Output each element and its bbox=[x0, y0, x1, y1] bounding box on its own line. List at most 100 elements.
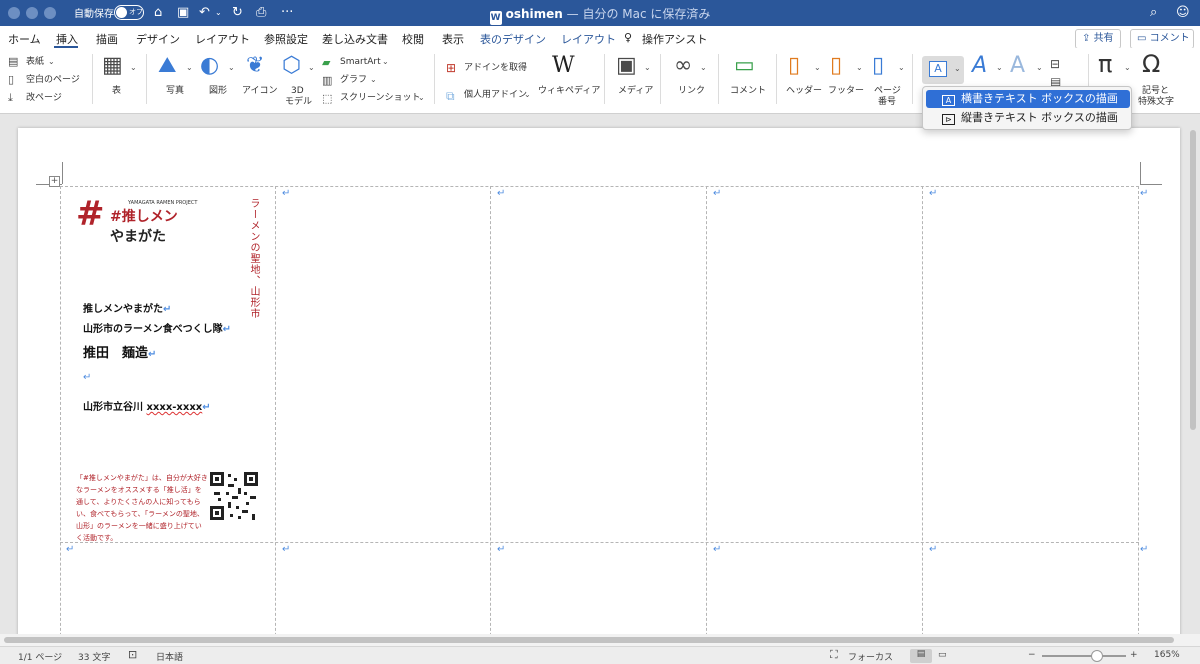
textbox-dropdown-icon[interactable]: ⌄ bbox=[954, 64, 961, 73]
page-number-label-1[interactable]: ページ bbox=[874, 86, 901, 97]
chart-dropdown-icon[interactable]: ⌄ bbox=[370, 75, 377, 84]
wikipedia-icon[interactable]: W bbox=[552, 55, 575, 77]
menu-item-vertical-textbox[interactable]: ⊳ 縦書きテキスト ボックスの描画 bbox=[926, 109, 1130, 127]
page-number-icon[interactable]: ▯ bbox=[872, 55, 884, 77]
chart-button[interactable]: グラフ bbox=[340, 75, 367, 86]
link-dropdown-icon[interactable]: ⌄ bbox=[700, 63, 707, 72]
pictures-button[interactable]: 写真 bbox=[166, 86, 184, 97]
search-icon[interactable]: ⌕ bbox=[1150, 5, 1157, 21]
pictures-dropdown-icon[interactable]: ⌄ bbox=[186, 63, 193, 72]
tab-mailings[interactable]: 差し込み文書 bbox=[322, 31, 388, 47]
cover-page-button[interactable]: 表紙 bbox=[26, 57, 44, 68]
vertical-scrollbar[interactable] bbox=[1190, 130, 1196, 430]
focus-icon[interactable]: ⛶ bbox=[830, 648, 838, 662]
tab-layout[interactable]: レイアウト bbox=[195, 31, 250, 47]
tab-insert[interactable]: 挿入 bbox=[56, 31, 78, 47]
signature-line-icon[interactable]: ⊟ bbox=[1050, 54, 1060, 74]
footer-icon[interactable]: ▯ bbox=[830, 55, 842, 77]
3d-models-label-1[interactable]: 3D bbox=[291, 86, 304, 97]
my-addins-icon[interactable]: ⧉ bbox=[446, 86, 455, 106]
link-button[interactable]: リンク bbox=[678, 86, 705, 97]
media-icon[interactable]: ▣ bbox=[616, 55, 637, 77]
3d-models-dropdown-icon[interactable]: ⌄ bbox=[308, 63, 315, 72]
tab-view[interactable]: 表示 bbox=[442, 31, 464, 47]
pictures-icon[interactable]: ⛰ bbox=[158, 55, 176, 77]
label-table[interactable]: ↵ ↵ ↵ ↵ ↵ ↵ ↵ ↵ ↵ ↵ ↵ bbox=[60, 186, 1148, 656]
wordart-icon[interactable]: A bbox=[972, 55, 987, 77]
comment-button[interactable]: コメント bbox=[730, 86, 766, 97]
table-move-handle-icon[interactable]: + bbox=[49, 176, 60, 187]
zoom-level[interactable]: 165% bbox=[1154, 650, 1180, 660]
header-button[interactable]: ヘッダー bbox=[786, 86, 822, 97]
document-page[interactable]: + ↵ ↵ ↵ ↵ ↵ ↵ ↵ ↵ ↵ ↵ ↵ # YAMAGATA RAMEN… bbox=[18, 128, 1180, 656]
print-layout-icon[interactable]: ▤ bbox=[910, 649, 932, 663]
tab-draw[interactable]: 描画 bbox=[96, 31, 118, 47]
share-button[interactable]: ⇪ 共有 bbox=[1075, 29, 1121, 49]
tab-review[interactable]: 校閲 bbox=[402, 31, 424, 47]
proofing-icon[interactable]: ⊡ bbox=[128, 648, 137, 661]
cover-dropdown-icon[interactable]: ⌄ bbox=[48, 57, 55, 66]
3d-models-label-2[interactable]: モデル bbox=[285, 97, 312, 108]
comments-button[interactable]: ▭ コメント bbox=[1130, 29, 1194, 49]
zoom-slider-knob[interactable] bbox=[1090, 650, 1103, 662]
blank-page-button[interactable]: 空白のページ bbox=[26, 75, 80, 86]
screenshot-dropdown-icon[interactable]: ⌄ bbox=[418, 93, 425, 102]
table-icon[interactable]: ▦ bbox=[102, 55, 123, 77]
icons-icon[interactable]: ❦ bbox=[246, 55, 264, 77]
cover-page-icon[interactable]: ▤ bbox=[8, 52, 18, 72]
textbox-button[interactable]: A ⌄ bbox=[922, 56, 964, 84]
my-addins-dropdown-icon[interactable]: ⌄ bbox=[524, 90, 531, 99]
zoom-slider[interactable] bbox=[1042, 650, 1126, 662]
account-icon[interactable]: ☺ bbox=[1176, 5, 1190, 21]
3d-models-icon[interactable]: ⬡ bbox=[282, 55, 301, 77]
language-indicator[interactable]: 日本語 bbox=[156, 650, 183, 663]
scrollbar-thumb[interactable] bbox=[4, 637, 1174, 643]
blank-page-icon[interactable]: ▯ bbox=[8, 70, 14, 90]
tell-me-icon[interactable]: ♀ bbox=[624, 31, 632, 44]
shapes-dropdown-icon[interactable]: ⌄ bbox=[228, 63, 235, 72]
equation-dropdown-icon[interactable]: ⌄ bbox=[1124, 63, 1131, 72]
page-break-button[interactable]: 改ページ bbox=[26, 93, 62, 104]
tab-table-layout[interactable]: レイアウト bbox=[561, 31, 616, 47]
menu-item-horizontal-textbox[interactable]: A 横書きテキスト ボックスの描画 bbox=[926, 90, 1130, 108]
link-icon[interactable]: ∞ bbox=[674, 55, 692, 77]
footer-dropdown-icon[interactable]: ⌄ bbox=[856, 63, 863, 72]
zoom-in-icon[interactable]: + bbox=[1130, 650, 1138, 660]
media-dropdown-icon[interactable]: ⌄ bbox=[644, 63, 651, 72]
get-addins-button[interactable]: アドインを取得 bbox=[464, 63, 527, 74]
header-icon[interactable]: ▯ bbox=[788, 55, 800, 77]
icons-button[interactable]: アイコン bbox=[242, 86, 278, 97]
drop-cap-dropdown-icon[interactable]: ⌄ bbox=[1036, 63, 1043, 72]
equation-icon[interactable]: π bbox=[1098, 52, 1112, 76]
page-number-label-2[interactable]: 番号 bbox=[878, 97, 896, 108]
smartart-dropdown-icon[interactable]: ⌄ bbox=[382, 57, 389, 66]
wikipedia-button[interactable]: ウィキペディア bbox=[538, 86, 600, 97]
symbols-label-1[interactable]: 記号と bbox=[1142, 86, 1169, 97]
horizontal-scrollbar[interactable] bbox=[0, 634, 1200, 646]
symbol-icon[interactable]: Ω bbox=[1142, 52, 1160, 76]
tab-design[interactable]: デザイン bbox=[136, 31, 180, 47]
zoom-out-icon[interactable]: − bbox=[1028, 650, 1036, 660]
get-addins-icon[interactable]: ⊞ bbox=[446, 58, 456, 78]
tab-tell-me[interactable]: 操作アシスト bbox=[642, 31, 708, 47]
tab-home[interactable]: ホーム bbox=[8, 31, 41, 47]
my-addins-button[interactable]: 個人用アドイン bbox=[464, 90, 527, 101]
web-layout-icon[interactable]: ▭ bbox=[938, 650, 947, 660]
document-canvas[interactable]: + ↵ ↵ ↵ ↵ ↵ ↵ ↵ ↵ ↵ ↵ ↵ # YAMAGATA RAMEN… bbox=[0, 114, 1200, 656]
footer-button[interactable]: フッター bbox=[828, 86, 864, 97]
header-dropdown-icon[interactable]: ⌄ bbox=[814, 63, 821, 72]
table-button[interactable]: 表 bbox=[112, 86, 121, 97]
table-dropdown-icon[interactable]: ⌄ bbox=[130, 63, 137, 72]
symbols-label-2[interactable]: 特殊文字 bbox=[1138, 97, 1174, 108]
shapes-icon[interactable]: ◐ bbox=[200, 55, 219, 77]
page-count[interactable]: 1/1 ページ bbox=[18, 650, 62, 663]
tab-references[interactable]: 参照設定 bbox=[264, 31, 308, 47]
drop-cap-icon[interactable]: A bbox=[1010, 55, 1025, 77]
page-number-dropdown-icon[interactable]: ⌄ bbox=[898, 63, 905, 72]
tab-table-design[interactable]: 表のデザイン bbox=[480, 31, 546, 47]
page-break-icon[interactable]: ⤓ bbox=[8, 88, 13, 108]
media-button[interactable]: メディア bbox=[618, 86, 653, 97]
new-comment-icon[interactable]: ▭ bbox=[734, 55, 755, 77]
smartart-icon[interactable]: ▰ bbox=[322, 53, 330, 73]
screenshot-icon[interactable]: ⬚ bbox=[322, 89, 332, 109]
